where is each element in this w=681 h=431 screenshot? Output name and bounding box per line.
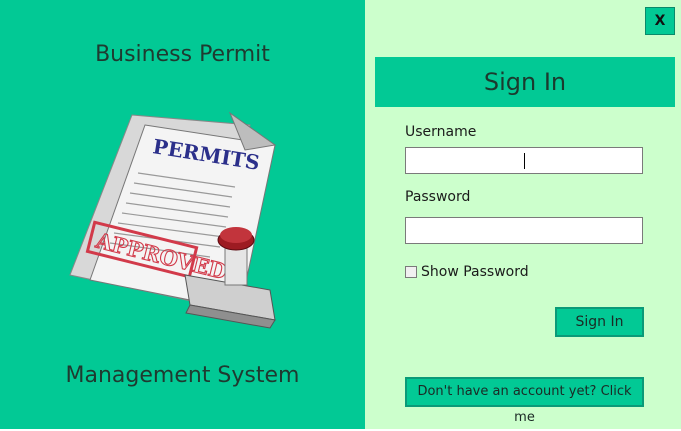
show-password-checkbox[interactable] bbox=[405, 266, 417, 278]
password-label: Password bbox=[405, 189, 471, 205]
username-field[interactable] bbox=[405, 147, 643, 174]
brand-panel: Business Permit PERMITS APPROVED Managem… bbox=[0, 0, 365, 429]
password-field[interactable] bbox=[405, 217, 643, 244]
username-label: Username bbox=[405, 124, 477, 140]
show-password-label: Show Password bbox=[421, 264, 529, 280]
show-password-row[interactable]: Show Password bbox=[405, 263, 529, 281]
text-caret bbox=[524, 153, 525, 169]
app-title-line-1: Business Permit bbox=[95, 42, 270, 67]
permit-stamp-logo: PERMITS APPROVED bbox=[69, 111, 277, 329]
create-account-button[interactable]: Don't have an account yet? Click me bbox=[405, 377, 644, 425]
signin-button[interactable]: Sign In bbox=[555, 307, 644, 337]
app-title-line-2: Management System bbox=[65, 363, 300, 388]
close-button[interactable]: X bbox=[645, 7, 675, 35]
signin-heading: Sign In bbox=[375, 57, 675, 107]
